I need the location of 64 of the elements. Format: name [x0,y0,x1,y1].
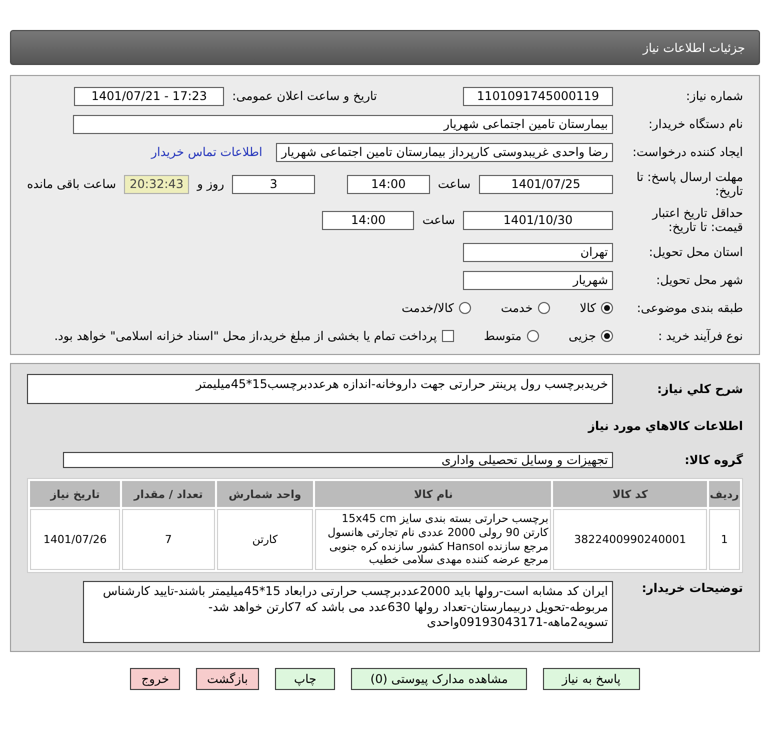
column-header: واحد شمارش [216,481,314,507]
column-header: تعداد / مقدار [122,481,214,507]
city-field: شهریار [463,270,613,290]
creator-field: رضا واحدی غریبدوستی کارپرداز بیمارستان تامین اجتماعی شهریار [276,142,613,162]
field-label: تاریخ و ساعت اعلان عمومی: [232,89,377,103]
summary-box: خریدبرچسب رول پرینتر حرارتی جهت داروخانه-اندازه هرعددبرچسب15*45میلیمتر [27,374,613,404]
table-cell: 1 [708,509,740,570]
field-label: شماره نیاز: [685,89,743,103]
table-cell: کارتن [216,509,314,570]
action-button[interactable]: مشاهده مدارک پیوستی (0) [351,668,527,690]
section-heading: اطلاعات كالاهاي مورد نياز [588,419,743,433]
field-label: نوع فرآیند خرید : [657,329,743,343]
radio-button[interactable] [601,330,613,342]
option-label: جزیی [568,329,596,343]
buyer-org-field: بیمارستان تامین اجتماعی شهریار [73,114,613,134]
option-label: متوسط [484,329,522,343]
radio-button[interactable] [601,302,613,314]
option-label: کالا [580,301,596,315]
goods-group-field: تجهیزات و وسایل تحصیلی واداری [63,452,613,468]
table-cell: برچسب حرارتی بسته بندی سایز 15x45 cm کارتن 90 رولی 2000 عددی نام تجارتی هانسول مرجع سازنده Hansol کشور سازنده کره جنوبی مرجع عرضه کننده مهدی سلامی خطیب [315,509,552,570]
radio-button[interactable] [458,302,471,314]
province-field: تهران [463,242,613,262]
time-label: ساعت [438,177,471,191]
column-header: ردیف [708,481,740,507]
field-label: شرح کلي نياز: [656,382,743,396]
action-button[interactable]: چاپ [275,668,336,690]
action-button[interactable]: خروج [130,668,180,690]
need-number-field: 1101091745000119 [463,86,613,106]
field-label: گروه کالا: [684,453,743,467]
field-label: شهر محل تحویل: [655,273,743,287]
action-button[interactable]: بازگشت [196,668,259,690]
remaining-time-field: 20:32:43 [124,174,190,194]
field-label: مهلت ارسال پاسخ: تا تاریخ: [635,170,743,198]
time-label: ساعت [422,213,455,227]
table-cell: 3822400990240001 [553,509,707,570]
table-cell: 7 [122,509,214,570]
validity-date-field: 1401/10/30 [463,210,613,230]
field-label: حداقل تاریخ اعتبار قیمت: تا تاریخ: [650,206,743,234]
field-label: نام دستگاه خریدار: [648,117,743,131]
announce-date-field: 1401/07/21 - 17:23 [74,86,224,106]
days-label: روز و [197,177,224,191]
radio-button[interactable] [526,330,539,342]
page-header: جزئیات اطلاعات نیاز [10,30,760,65]
column-header: نام کالا [315,481,552,507]
action-button[interactable]: پاسخ به نیاز [542,668,640,690]
buyer-notes-box: ایران کد مشابه است-رولها باید 2000عددبرچسب حرارتی درابعاد 15*45میلیمتر باشند-تایید کارشناس مربوطه-تحویل دربیمارستان-تعداد رولها 630عدد می باشد که 7کارتن خواهد شد-تسویه2ماهه-09193043171واحدی [83,581,613,643]
field-label: ایجاد کننده درخواست: [631,145,743,159]
remaining-label: ساعت باقی مانده [26,177,116,191]
table-cell: 1401/07/26 [30,509,120,570]
option-label: پرداخت تمام یا بخشی از مبلغ خرید،از محل "اسناد خزانه اسلامی" خواهد بود. [54,329,437,343]
contact-link[interactable]: اطلاعات تماس خریدار [151,145,262,159]
column-header: تاریخ نیاز [30,481,120,507]
field-label: طبقه بندی موضوعی: [636,301,743,315]
field-label: توضیحات خریدار: [640,581,743,595]
validity-time-field: 14:00 [322,210,414,230]
days-field: 3 [232,174,316,194]
deadline-time-field: 14:00 [347,174,430,194]
checkbox[interactable] [442,330,454,342]
field-label: استان محل تحویل: [648,245,743,259]
option-label: کالا/خدمت [402,301,454,315]
option-label: خدمت [500,301,533,315]
radio-button[interactable] [538,302,550,314]
deadline-date-field: 1401/07/25 [478,174,613,194]
column-header: کد کالا [553,481,707,507]
